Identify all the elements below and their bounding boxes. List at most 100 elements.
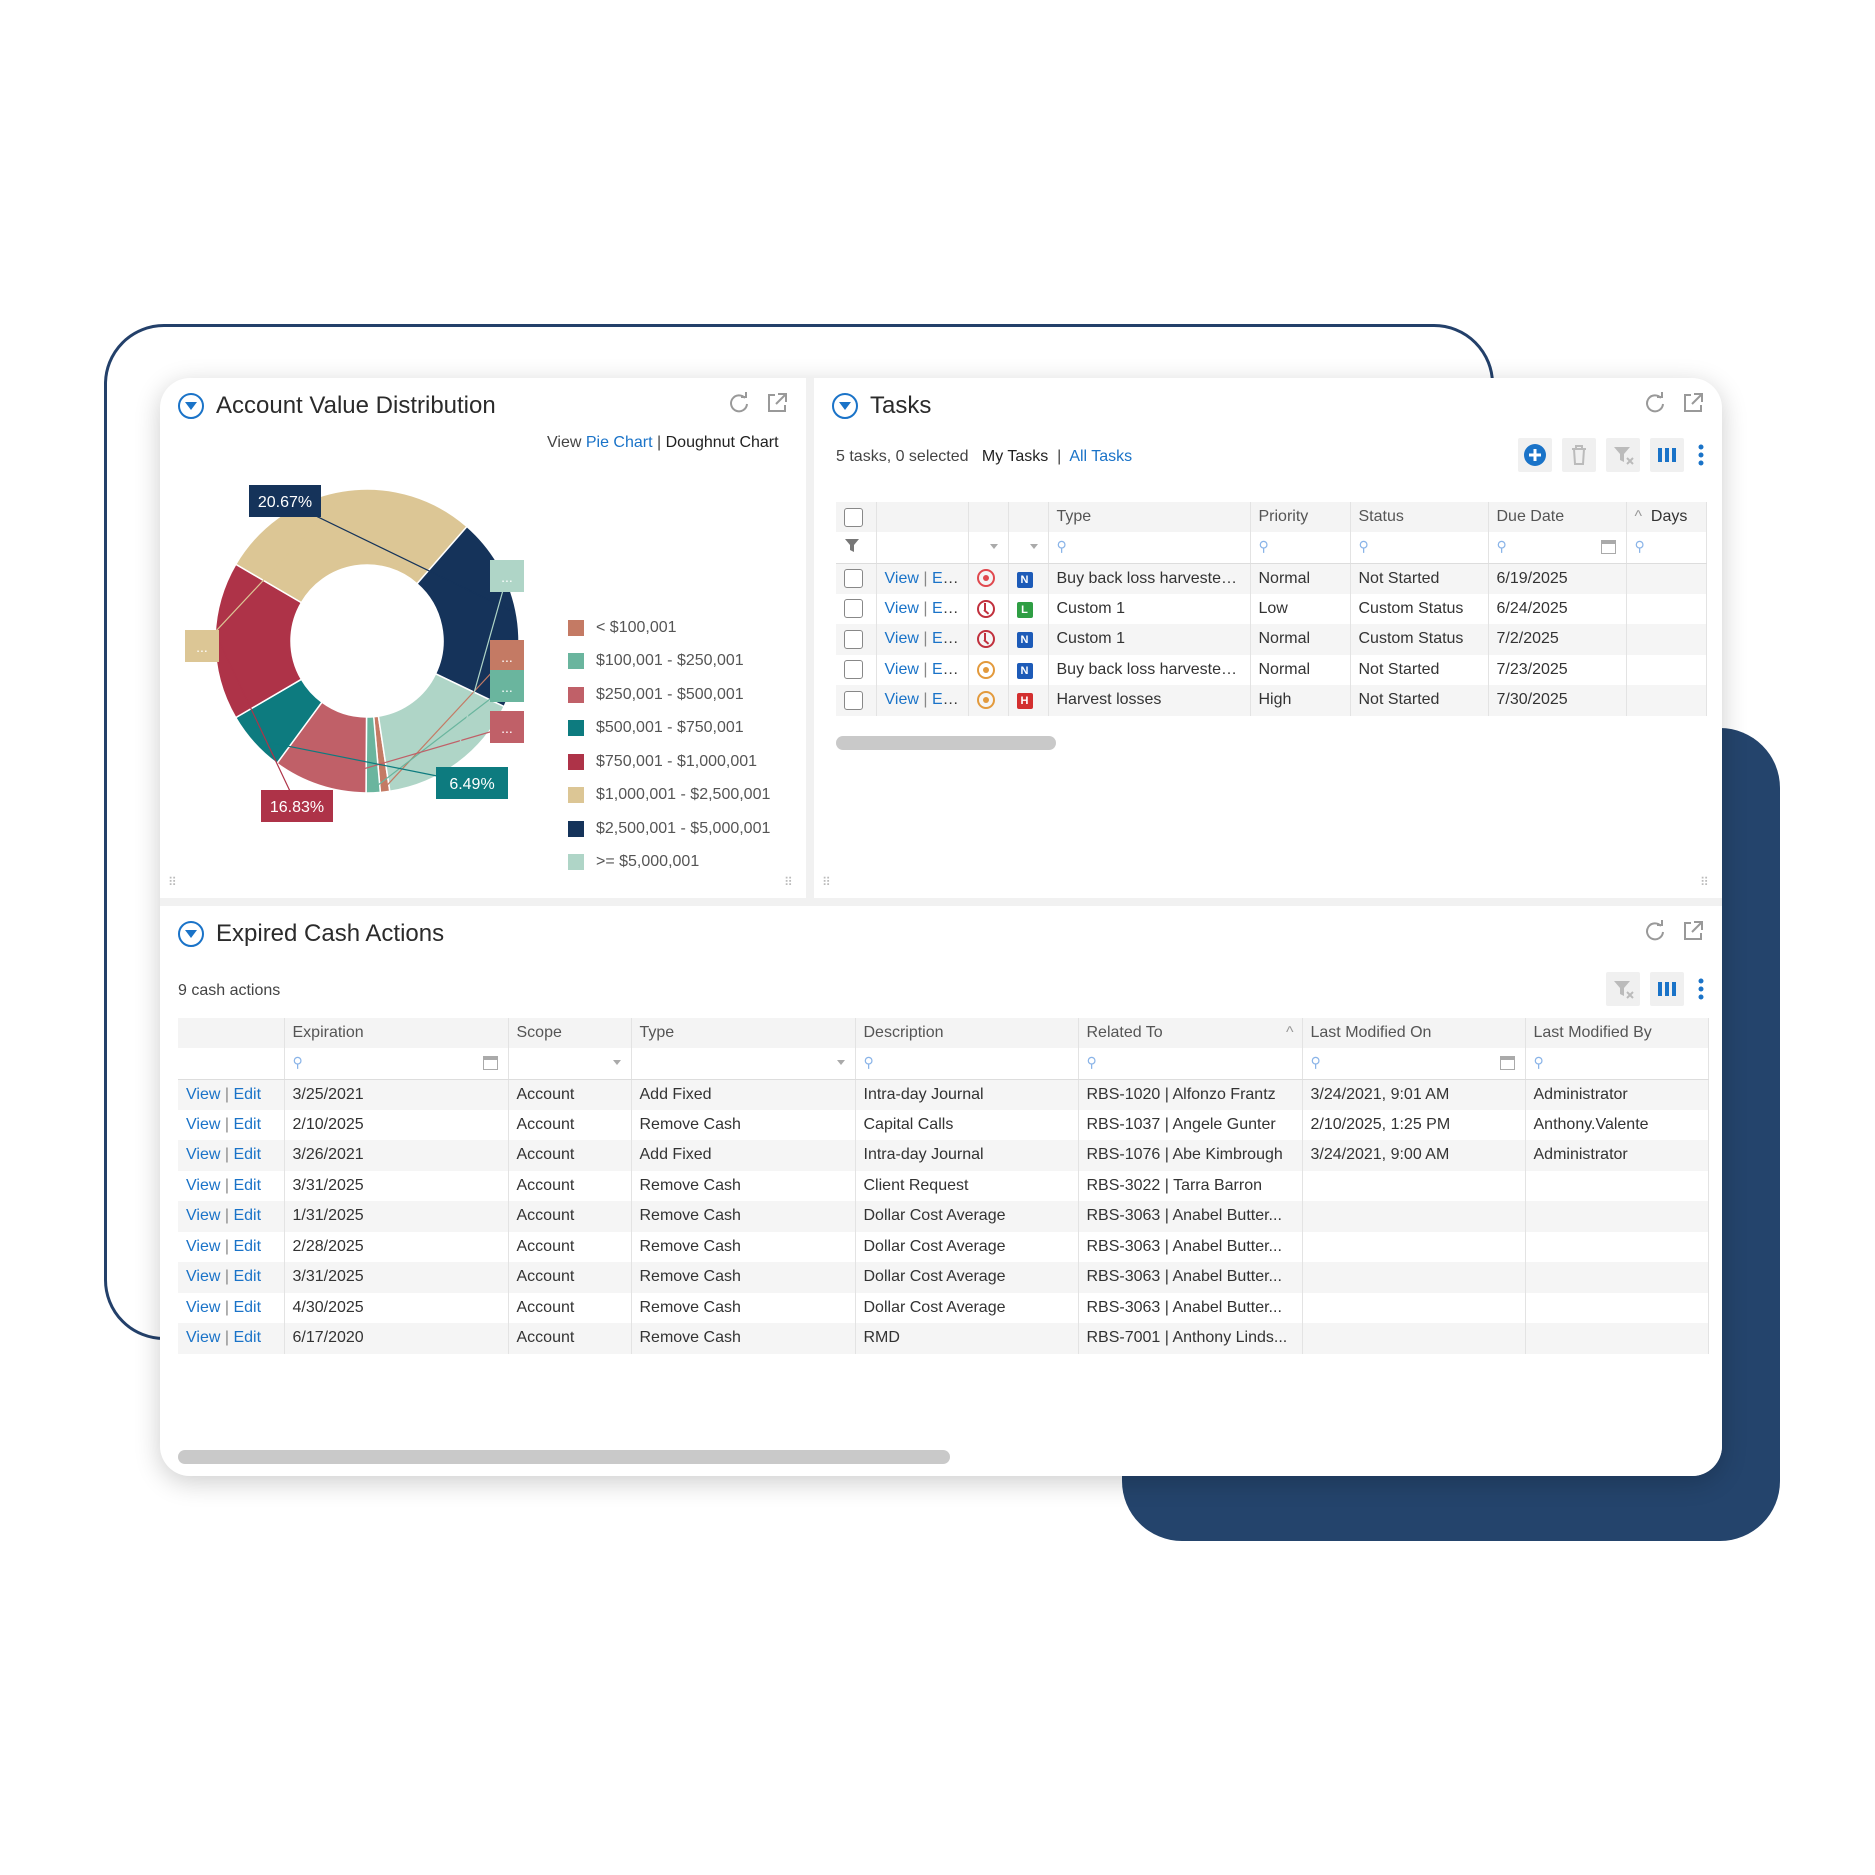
table-row[interactable]: View | Edit 2/10/2025 Account Remove Cash Ca… [178, 1109, 1709, 1140]
view-link[interactable]: View [186, 1086, 220, 1103]
drag-grip-icon[interactable]: ⠿ [168, 876, 182, 890]
resize-grip-icon[interactable]: ⠿ [784, 876, 798, 890]
scope-header[interactable]: Scope [508, 1018, 632, 1048]
due-date-filter[interactable]: ⚲ [1488, 532, 1627, 564]
scope-filter[interactable] [508, 1048, 632, 1080]
table-row[interactable]: View | Edit N Custom 1 Normal Custom Status 7… [836, 624, 1707, 655]
columns-button[interactable] [1650, 972, 1684, 1006]
table-row[interactable]: View | Edit 4/30/2025 Account Remove Cash Do… [178, 1292, 1709, 1323]
edit-link[interactable]: Edit [233, 1207, 261, 1224]
description-header[interactable]: Description [855, 1018, 1079, 1048]
view-link[interactable]: View [186, 1238, 220, 1255]
table-row[interactable]: View | Edit 3/31/2025 Account Remove Cash Do… [178, 1262, 1709, 1293]
edit-link[interactable]: Edit [233, 1116, 261, 1133]
related-to-header[interactable]: Related To ^ [1078, 1018, 1303, 1048]
select-all-checkbox[interactable] [844, 507, 863, 527]
table-row[interactable]: View | Edit 6/17/2020 Account Remove Cash RM… [178, 1323, 1709, 1354]
priority-header[interactable]: Priority [1250, 502, 1351, 532]
more-menu-button[interactable] [1694, 972, 1708, 1006]
clear-filter-button[interactable] [1606, 972, 1640, 1006]
table-row[interactable]: View | Edit 3/25/2021 Account Add Fixed Intr… [178, 1079, 1709, 1110]
legend-item[interactable]: >= $5,000,001 [568, 846, 770, 880]
expiration-header[interactable]: Expiration [284, 1018, 509, 1048]
filter-icon[interactable] [844, 537, 860, 553]
table-row[interactable]: View | Edit 2/28/2025 Account Remove Cash Do… [178, 1231, 1709, 1262]
edit-link[interactable]: Edit [233, 1268, 261, 1285]
legend-item[interactable]: $500,001 - $750,001 [568, 712, 770, 746]
all-tasks-tab[interactable]: All Tasks [1069, 448, 1132, 465]
filter-cell[interactable] [1008, 532, 1049, 564]
legend-item[interactable]: $100,001 - $250,001 [568, 645, 770, 679]
view-link[interactable]: View [885, 570, 919, 587]
edit-link[interactable]: Edit [932, 630, 960, 647]
legend-item[interactable]: $2,500,001 - $5,000,001 [568, 812, 770, 846]
table-row[interactable]: View | Edit 3/31/2025 Account Remove Cash Cl… [178, 1170, 1709, 1201]
row-checkbox[interactable] [844, 569, 863, 588]
delete-task-button[interactable] [1562, 438, 1596, 472]
type-filter[interactable]: ⚲ [1048, 532, 1251, 564]
view-link[interactable]: View [186, 1116, 220, 1133]
drag-grip-icon[interactable]: ⠿ [822, 876, 836, 890]
last-modified-by-filter[interactable]: ⚲ [1525, 1048, 1709, 1080]
edit-link[interactable]: Edit [932, 600, 960, 617]
row-checkbox[interactable] [844, 660, 863, 680]
edit-link[interactable]: Edit [233, 1086, 261, 1103]
description-filter[interactable]: ⚲ [855, 1048, 1079, 1080]
edit-link[interactable]: Edit [233, 1146, 261, 1163]
view-link[interactable]: View [885, 691, 919, 708]
clear-filter-button[interactable] [1606, 438, 1640, 472]
my-tasks-tab[interactable]: My Tasks [982, 448, 1048, 465]
view-link[interactable]: View [186, 1146, 220, 1163]
view-link[interactable]: View [885, 661, 919, 678]
calendar-icon[interactable] [1499, 1056, 1515, 1070]
popout-icon[interactable] [1682, 392, 1704, 414]
edit-link[interactable]: Edit [932, 661, 960, 678]
columns-button[interactable] [1650, 438, 1684, 472]
table-row[interactable]: View | Edit 1/31/2025 Account Remove Cash Do… [178, 1201, 1709, 1232]
legend-item[interactable]: $250,001 - $500,001 [568, 678, 770, 712]
view-link[interactable]: View [885, 630, 919, 647]
collapse-icon[interactable] [178, 921, 204, 947]
type-header[interactable]: Type [631, 1018, 856, 1048]
horizontal-scrollbar[interactable] [178, 1450, 950, 1464]
edit-link[interactable]: Edit [932, 570, 960, 587]
last-modified-on-header[interactable]: Last Modified On [1302, 1018, 1526, 1048]
row-checkbox[interactable] [844, 629, 863, 649]
table-row[interactable]: View | Edit N Buy back loss harvested... No… [836, 563, 1707, 594]
priority-filter[interactable]: ⚲ [1250, 532, 1351, 564]
edit-link[interactable]: Edit [233, 1177, 261, 1194]
status-header[interactable]: Status [1350, 502, 1489, 532]
edit-link[interactable]: Edit [233, 1299, 261, 1316]
more-menu-button[interactable] [1694, 438, 1708, 472]
table-row[interactable]: View | Edit N Buy back loss harvested... No… [836, 654, 1707, 685]
view-link[interactable]: View [885, 600, 919, 617]
table-row[interactable]: View | Edit 3/26/2021 Account Add Fixed Intr… [178, 1140, 1709, 1171]
resize-grip-icon[interactable]: ⠿ [1700, 876, 1714, 890]
refresh-icon[interactable] [1644, 392, 1666, 414]
collapse-icon[interactable] [832, 393, 858, 419]
view-link[interactable]: View [186, 1177, 220, 1194]
popout-icon[interactable] [1682, 920, 1704, 942]
add-task-button[interactable] [1518, 438, 1552, 472]
edit-link[interactable]: Edit [233, 1238, 261, 1255]
related-to-filter[interactable]: ⚲ [1078, 1048, 1303, 1080]
legend-item[interactable]: < $100,001 [568, 611, 770, 645]
type-filter[interactable] [631, 1048, 856, 1080]
type-header[interactable]: Type [1048, 502, 1251, 532]
view-link[interactable]: View [186, 1299, 220, 1316]
row-checkbox[interactable] [844, 599, 863, 619]
last-modified-by-header[interactable]: Last Modified By [1525, 1018, 1709, 1048]
status-filter[interactable]: ⚲ [1350, 532, 1489, 564]
refresh-icon[interactable] [1644, 920, 1666, 942]
table-row[interactable]: View | Edit L Custom 1 Low Custom Status 6/24… [836, 593, 1707, 624]
edit-link[interactable]: Edit [932, 691, 960, 708]
expiration-filter[interactable]: ⚲ [284, 1048, 509, 1080]
edit-link[interactable]: Edit [233, 1329, 261, 1346]
due-date-header[interactable]: Due Date [1488, 502, 1627, 532]
filter-cell[interactable] [968, 532, 1009, 564]
view-link[interactable]: View [186, 1329, 220, 1346]
calendar-icon[interactable] [482, 1056, 498, 1070]
view-link[interactable]: View [186, 1268, 220, 1285]
legend-item[interactable]: $750,001 - $1,000,001 [568, 745, 770, 779]
days-header[interactable]: ^ Days [1626, 502, 1707, 532]
